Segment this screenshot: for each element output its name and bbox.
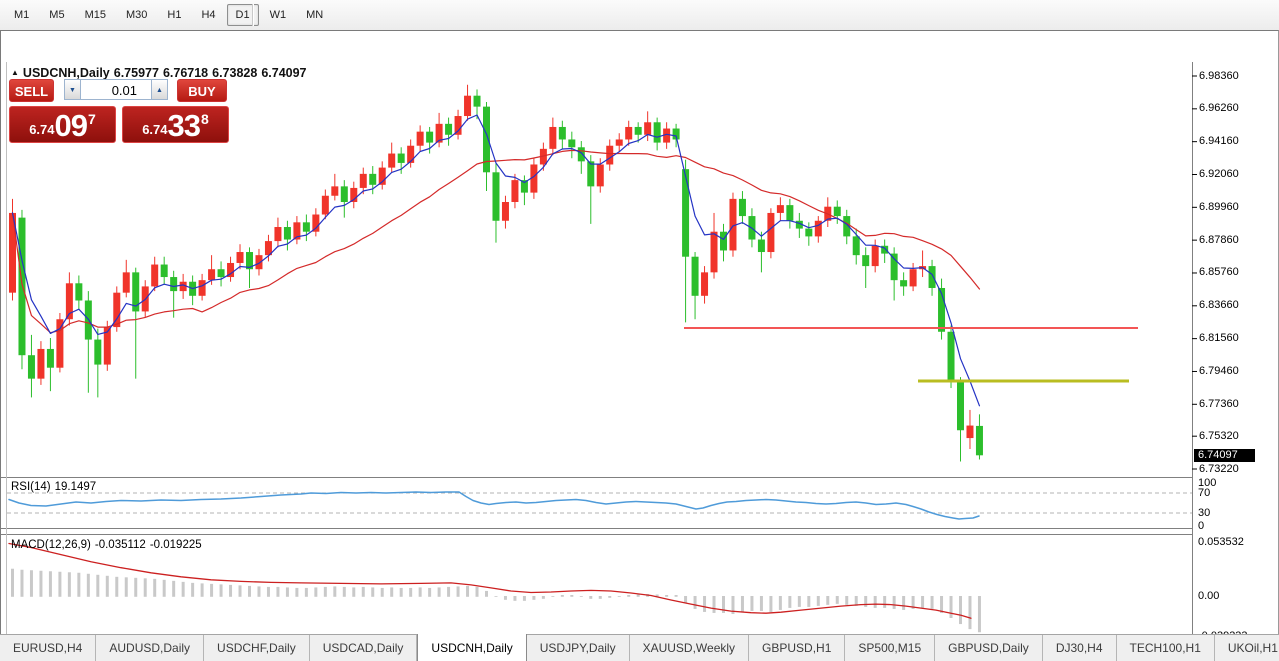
- volume-stepper: ▼ 0.01 ▲: [64, 79, 168, 102]
- toolbar-separator: [252, 4, 254, 26]
- chart-tab-eurusd-h4[interactable]: EURUSD,H4: [0, 635, 96, 661]
- buy-price-base: 6.74: [142, 122, 167, 137]
- chart-tab-usdcad-daily[interactable]: USDCAD,Daily: [310, 635, 418, 661]
- chart-tab-dj30-h4[interactable]: DJ30,H4: [1043, 635, 1117, 661]
- sell-price-pips: 09: [55, 113, 87, 139]
- chart-tab-audusd-daily[interactable]: AUDUSD,Daily: [96, 635, 204, 661]
- mt4-application-window: M1M5M15M30H1H4D1W1MN ▲ USDCNH,Daily 6.7597…: [0, 0, 1279, 661]
- chart-tab-usdcnh-daily[interactable]: USDCNH,Daily: [417, 634, 526, 661]
- bar-high-value: 6.76718: [163, 66, 208, 80]
- buy-price-display[interactable]: 6.74338: [122, 106, 229, 143]
- timeframe-button-mn[interactable]: MN: [297, 4, 332, 26]
- timeframe-button-h4[interactable]: H4: [192, 4, 224, 26]
- chart-ohlc-readout: ▲ USDCNH,Daily 6.75977 6.76718 6.73828 6.7409…: [11, 66, 311, 80]
- buy-price-pips: 33: [168, 113, 200, 139]
- timeframe-button-group: M1M5M15M30H1H4D1W1MN: [4, 3, 333, 27]
- current-price-tag: 6.74097: [1194, 449, 1255, 462]
- collapse-marker-icon[interactable]: ▲: [11, 68, 19, 77]
- timeframe-button-w1[interactable]: W1: [261, 4, 296, 26]
- rsi-value: 19.1497: [55, 481, 97, 493]
- macd-value: -0.035112: [95, 539, 146, 551]
- sell-price-base: 6.74: [29, 122, 54, 137]
- timeframe-button-h1[interactable]: H1: [158, 4, 190, 26]
- macd-signal-value: -0.019225: [150, 539, 202, 551]
- chart-window: ▲USDCNH,Daily6.759776.767186.738286.7409…: [0, 30, 1279, 635]
- chart-tab-sp500-m15[interactable]: SP500,M15: [845, 635, 935, 661]
- chart-tab-bar: EURUSD,H4AUDUSD,DailyUSDCHF,DailyUSDCAD,…: [0, 634, 1279, 661]
- bar-open-value: 6.75977: [114, 66, 159, 80]
- sell-price-point: 7: [88, 111, 96, 127]
- volume-decrease-button[interactable]: ▼: [64, 79, 81, 100]
- sell-price-display[interactable]: 6.74097: [9, 106, 116, 143]
- rsi-name: RSI(14): [11, 481, 51, 493]
- bar-close-value: 6.74097: [261, 66, 306, 80]
- bar-low-value: 6.73828: [212, 66, 257, 80]
- chart-tab-xauusd-weekly[interactable]: XAUUSD,Weekly: [630, 635, 749, 661]
- timeframe-button-m30[interactable]: M30: [117, 4, 156, 26]
- timeframe-toolbar: M1M5M15M30H1H4D1W1MN: [0, 0, 1279, 30]
- chart-tab-usdjpy-daily[interactable]: USDJPY,Daily: [527, 635, 630, 661]
- chart-tab-usdchf-daily[interactable]: USDCHF,Daily: [204, 635, 310, 661]
- volume-field[interactable]: 0.01: [81, 79, 151, 100]
- macd-name: MACD(12,26,9): [11, 539, 91, 551]
- chart-tab-gbpusd-h1[interactable]: GBPUSD,H1: [749, 635, 845, 661]
- timeframe-button-m5[interactable]: M5: [40, 4, 73, 26]
- spinner-down-icon: ▼: [69, 87, 76, 94]
- buy-price-point: 8: [201, 111, 209, 127]
- chart-tab-tech100-h1[interactable]: TECH100,H1: [1117, 635, 1215, 661]
- timeframe-button-m15[interactable]: M15: [76, 4, 115, 26]
- sell-button[interactable]: SELL: [9, 79, 54, 102]
- buy-button[interactable]: BUY: [177, 79, 227, 102]
- chart-tab-ukoil-h1[interactable]: UKOil,H1: [1215, 635, 1279, 661]
- chart-symbol-period: USDCNH,Daily: [23, 66, 110, 80]
- spinner-up-icon: ▲: [156, 87, 163, 94]
- volume-increase-button[interactable]: ▲: [151, 79, 168, 100]
- macd-indicator-label: MACD(12,26,9) -0.035112 -0.019225: [11, 539, 206, 551]
- rsi-indicator-label: RSI(14) 19.1497: [11, 481, 100, 493]
- timeframe-button-m1[interactable]: M1: [5, 4, 38, 26]
- one-click-trading-widget: SELL ▼ 0.01 ▲ BUY 6.74097 6.74338: [9, 79, 231, 143]
- chart-tab-gbpusd-daily[interactable]: GBPUSD,Daily: [935, 635, 1043, 661]
